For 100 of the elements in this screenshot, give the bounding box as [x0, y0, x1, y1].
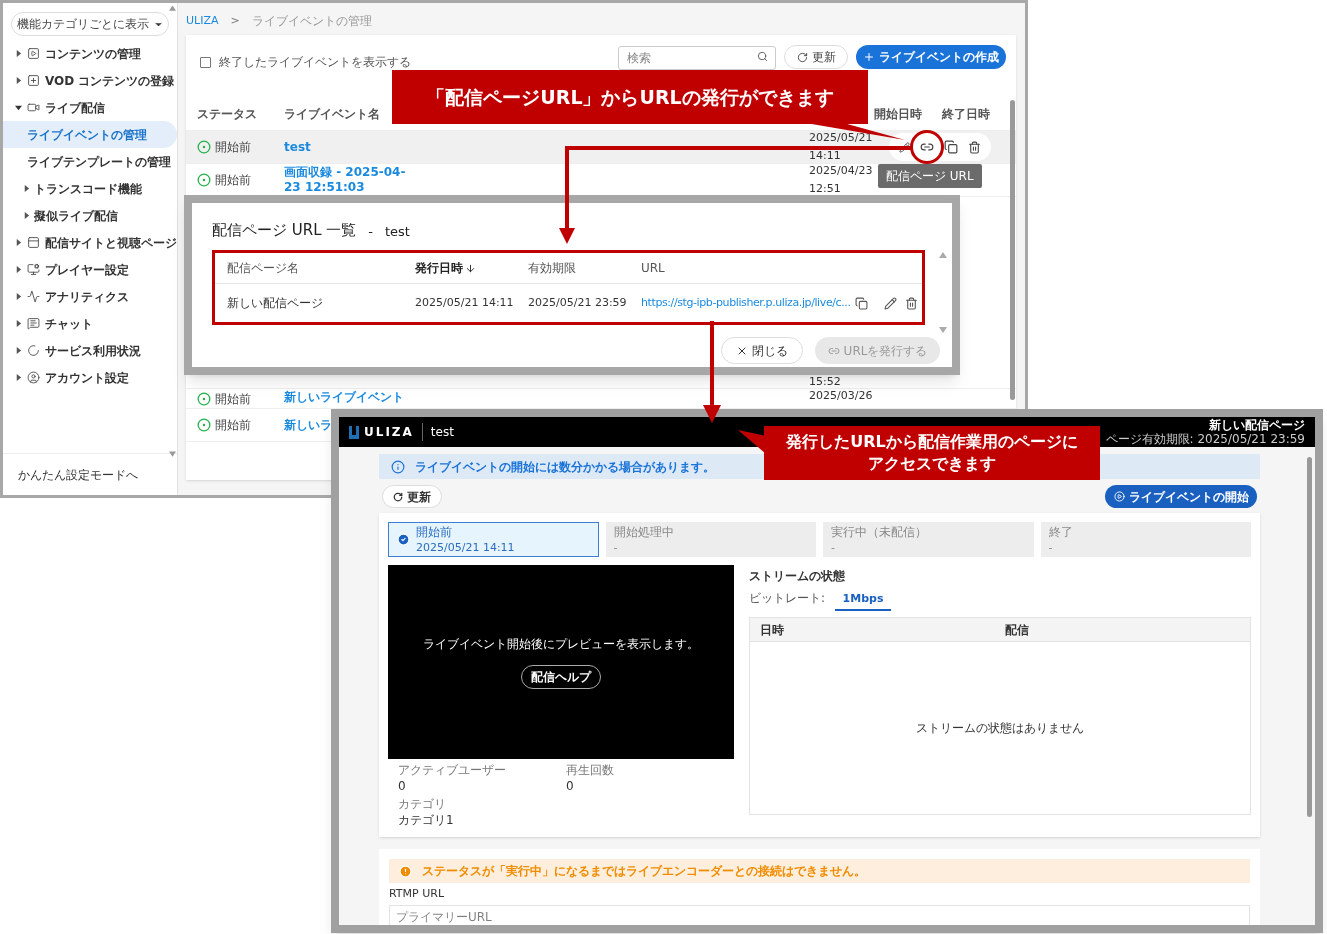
create-event-button[interactable]: ライブイベントの作成	[856, 45, 1006, 69]
callout-text: 「配信ページURL」からURLの発行ができます	[426, 84, 834, 110]
column-header: ライブイベント名	[284, 105, 381, 123]
column-header[interactable]: URL	[641, 259, 665, 277]
delete-icon[interactable]	[904, 296, 918, 310]
refresh-button[interactable]: 更新	[382, 485, 442, 508]
plus-icon	[863, 51, 875, 63]
date-text: 2025/03/26	[809, 390, 874, 402]
edit-icon[interactable]	[899, 141, 910, 153]
sidebar-subitem[interactable]: トランスコード機能	[3, 175, 177, 202]
step-label: 実行中（未配信）	[831, 524, 927, 540]
sort-arrow-icon	[465, 262, 476, 274]
empty-message: ストリームの状態はありません	[916, 720, 1084, 737]
step-time: -	[1048, 539, 1054, 555]
scroll-up-icon	[939, 252, 947, 258]
event-row[interactable]: 開始前 test 2025/05/21 14:11	[186, 131, 1016, 164]
sidebar-item[interactable]: VOD コンテンツの登録	[3, 67, 177, 94]
column-header: ステータス	[197, 105, 258, 123]
expiry-text: ページ有効期限: 2025/05/21 23:59	[1105, 432, 1305, 446]
event-name-link[interactable]: 新しいラ	[284, 417, 332, 433]
column-header[interactable]: 有効期限	[528, 259, 641, 277]
sidebar-item[interactable]: サービス利用状況	[3, 337, 177, 364]
delete-icon[interactable]	[968, 140, 981, 154]
tooltip: 配信ページ URL	[878, 164, 982, 188]
column-header: 終了日時	[942, 105, 990, 123]
copy-icon[interactable]	[854, 296, 868, 310]
sidebar-item[interactable]: 配信サイトと視聴ページ	[3, 229, 177, 256]
breadcrumb-current: ライブイベントの管理	[251, 13, 372, 30]
bitrate-tab[interactable]: 1Mbps	[835, 589, 891, 611]
copy-icon[interactable]	[944, 140, 958, 154]
sidebar-subitem[interactable]: ライブテンプレートの管理	[3, 148, 177, 175]
rtmp-label: RTMP URL	[389, 886, 445, 902]
sidebar-item[interactable]: アナリティクス	[3, 283, 177, 310]
play-icon	[1113, 491, 1125, 502]
title-separator: -	[368, 222, 373, 241]
search-field[interactable]: 検索	[618, 46, 776, 70]
table-cell-text: 2025/05/21 14:11	[415, 294, 515, 311]
event-name-link[interactable]: 画面収録 - 2025-04-23 12:51:03	[284, 165, 414, 195]
stat-label: アクティブユーザー	[398, 762, 507, 778]
info-icon	[391, 459, 405, 474]
menu-icon	[27, 317, 40, 330]
sidebar-item[interactable]: ライブ配信	[3, 94, 177, 121]
callout-text: 発行したURLから配信作業用のページに アクセスできます	[786, 431, 1078, 475]
url-link[interactable]: https://stg-ipb-publisher.p.uliza.jp/live/c...	[641, 294, 851, 312]
caret-right-icon	[15, 266, 22, 273]
page-name: 新しい配信ページ	[1209, 418, 1305, 432]
check-icon	[397, 533, 410, 546]
column-header[interactable]: 発行日時	[415, 259, 528, 277]
menu-icon	[27, 47, 40, 60]
column-header: 日時	[760, 621, 785, 639]
easy-mode-link[interactable]: かんたん設定モードへ	[18, 465, 138, 484]
stream-title: ストリームの状態	[749, 568, 846, 585]
caret-right-icon	[23, 185, 30, 192]
date-text: 14:11	[809, 150, 842, 162]
status-icon	[197, 140, 211, 154]
column-header: 開始日時	[874, 105, 923, 123]
search-icon	[757, 51, 768, 62]
caret-right-icon	[15, 320, 22, 327]
step-time: -	[831, 539, 836, 555]
sidebar-item[interactable]: チャット	[3, 310, 177, 337]
date-text: 15:52	[809, 376, 842, 388]
menu-icon	[27, 236, 40, 249]
caret-right-icon	[23, 212, 30, 219]
start-event-button[interactable]: ライブイベントの開始	[1105, 485, 1257, 508]
refresh-icon	[796, 51, 808, 63]
dialog-title: 配信ページ URL 一覧	[212, 219, 357, 241]
status-icon	[197, 418, 211, 432]
menu-icon	[27, 74, 40, 87]
link-icon[interactable]	[920, 140, 934, 154]
status-text: 開始前	[215, 391, 251, 408]
sidebar-item[interactable]: コンテンツの管理	[3, 40, 177, 67]
scroll-up-icon	[169, 5, 176, 11]
event-row[interactable]: 開始前 新しいライブイベント 2025/03/26	[186, 389, 1016, 409]
status-text: 開始前	[215, 417, 251, 434]
show-ended-checkbox[interactable]: 終了したライブイベントを表示する	[200, 53, 610, 71]
sidebar-item[interactable]: プレイヤー設定	[3, 256, 177, 283]
caret-right-icon	[15, 50, 22, 57]
menu-icon	[27, 263, 40, 276]
menu-icon	[27, 101, 40, 114]
event-name-link[interactable]: 新しいライブイベント	[284, 390, 404, 405]
rtmp-field[interactable]: プライマリーURL	[389, 904, 1250, 925]
sidebar-subitem[interactable]: ライブイベントの管理	[3, 121, 177, 148]
sidebar-subitem[interactable]: 擬似ライブ配信	[3, 202, 177, 229]
event-title: test	[430, 424, 454, 441]
edit-icon[interactable]	[883, 296, 897, 310]
menu-icon	[27, 344, 40, 357]
warning-text: ステータスが「実行中」になるまではライブエンコーダーとの接続はできません。	[422, 863, 866, 880]
column-header[interactable]: 配信ページ名	[227, 259, 415, 277]
caret-down-icon	[15, 104, 22, 111]
caret-right-icon	[15, 77, 22, 84]
status-icon	[197, 173, 211, 187]
sidebar-item[interactable]: アカウント設定	[3, 364, 177, 391]
menu-icon	[27, 371, 40, 384]
stat-label: 再生回数	[566, 762, 615, 778]
scroll-down-icon	[939, 327, 947, 333]
stat-label: カテゴリ	[398, 796, 447, 812]
logo-text: ULIZA	[364, 424, 414, 441]
menu-icon	[27, 290, 40, 303]
preview-message: ライブイベント開始後にプレビューを表示します。	[423, 636, 699, 653]
scroll-down-icon	[169, 451, 176, 457]
